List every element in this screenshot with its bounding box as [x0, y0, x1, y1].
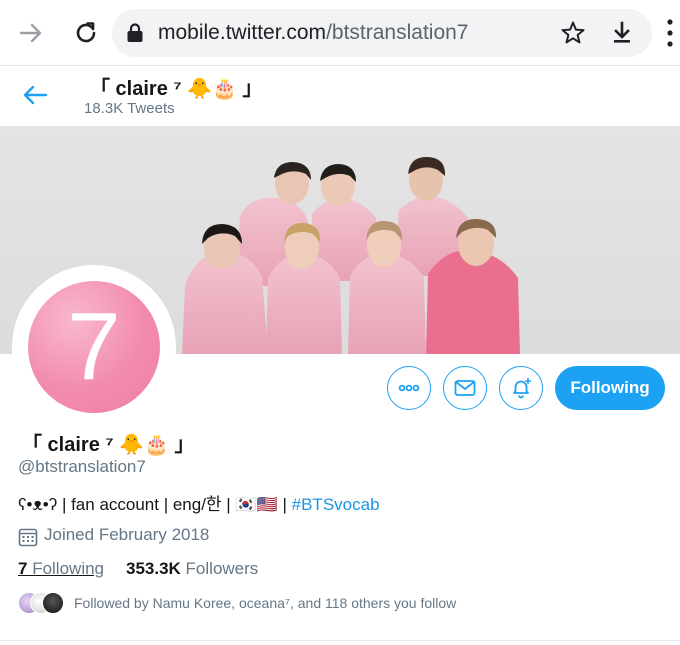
header-tweet-count: 18.3K Tweets: [84, 100, 175, 117]
bell-plus-icon: [513, 378, 531, 399]
message-button[interactable]: [443, 366, 487, 410]
followed-by-text: Followed by Namu Koree, oceana⁷, and 118…: [74, 595, 457, 611]
browser-menu-icon[interactable]: [662, 14, 678, 52]
bio-text: ʕ•ᴥ•ʔ | fan account | eng/한 | 🇰🇷🇺🇸 |: [18, 495, 292, 514]
followed-by-row[interactable]: Followed by Namu Koree, oceana⁷, and 118…: [18, 592, 658, 616]
address-bar[interactable]: mobile.twitter.com/btstranslation7: [112, 9, 652, 57]
more-icon: [398, 384, 420, 392]
divider: [0, 640, 680, 641]
following-button[interactable]: Following: [555, 366, 665, 410]
bio-hashtag-link[interactable]: #BTSvocab: [292, 495, 380, 514]
followers-count: 353.3K: [126, 559, 181, 578]
forward-arrow-icon[interactable]: [18, 20, 44, 46]
joined-text: Joined February 2018: [44, 525, 210, 544]
more-options-button[interactable]: [387, 366, 431, 410]
profile-handle: @btstranslation7: [18, 457, 146, 476]
url-text: mobile.twitter.com/btstranslation7: [158, 21, 469, 44]
lock-icon: [127, 23, 143, 42]
mail-icon: [454, 380, 476, 396]
calendar-icon: [18, 528, 38, 547]
bookmark-star-icon[interactable]: [560, 20, 586, 46]
header-display-name: 「 claire ⁷ 🐥🎂 」: [90, 78, 263, 100]
notifications-button[interactable]: [499, 366, 543, 410]
followers-label: Followers: [180, 559, 259, 578]
back-arrow-icon[interactable]: [22, 84, 48, 106]
profile-bio: ʕ•ᴥ•ʔ | fan account | eng/한 | 🇰🇷🇺🇸 | #BT…: [18, 490, 380, 515]
download-icon[interactable]: [609, 20, 635, 46]
following-label: Following: [27, 559, 105, 578]
reload-icon[interactable]: [72, 19, 100, 47]
avatar-numeral: 7: [67, 293, 121, 400]
following-count-link[interactable]: 7 Following: [18, 559, 104, 579]
profile-header: 「 claire ⁷ 🐥🎂 」 18.3K Tweets: [0, 66, 680, 126]
avatar[interactable]: 7: [28, 281, 160, 413]
profile-display-name: 「 claire ⁷ 🐥🎂 」: [22, 434, 195, 456]
followers-count-link[interactable]: 353.3K Followers: [126, 559, 258, 579]
follower-avatar: [42, 592, 64, 614]
browser-toolbar: mobile.twitter.com/btstranslation7: [0, 0, 680, 66]
